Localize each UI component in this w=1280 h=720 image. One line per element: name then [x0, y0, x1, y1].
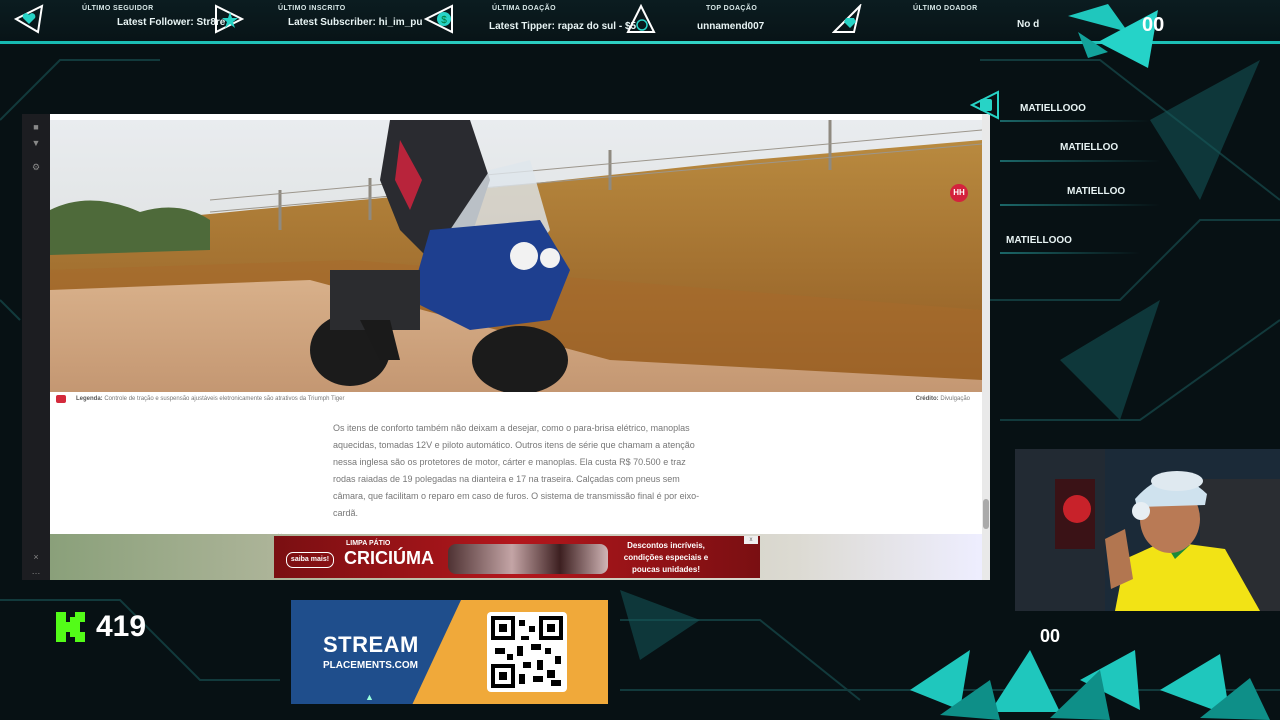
ad-more-button[interactable]: saiba mais! — [286, 552, 334, 568]
gear-icon[interactable]: ⚙ — [31, 162, 41, 172]
chat-name-3: MATIELLOO — [1067, 186, 1126, 197]
ad-banner[interactable]: saiba mais! LIMPA PÁTIO CRICIÚMA Descont… — [50, 534, 982, 580]
chat-divider-4 — [1000, 252, 1140, 254]
kick-follower-count: 419 — [96, 610, 147, 643]
browser-scrollbar[interactable] — [982, 114, 990, 580]
chat-name-4: MATIELLOOO — [1006, 235, 1072, 246]
bottom-right-triangle-decoration — [910, 650, 1270, 720]
last-donor-title: Último Doador — [913, 5, 978, 12]
credit-label: Crédito: — [915, 396, 939, 402]
last-subscriber-value: Latest Subscriber: hi_im_pu — [288, 17, 423, 28]
chevron-up-icon[interactable]: ▲ — [365, 692, 374, 702]
last-donation-value: Latest Tipper: rapaz do sul - $5 — [489, 21, 637, 32]
qr-code-icon — [487, 612, 567, 692]
last-subscriber-title: Último Inscrito — [278, 5, 346, 12]
chat-icon — [970, 90, 999, 120]
chat-name-1: MATIELLOOO — [1020, 103, 1086, 114]
svg-text:$: $ — [441, 15, 447, 26]
top-donation-value: unnamend007 — [697, 21, 765, 32]
sponsor-title: STREAM — [323, 632, 419, 657]
hh-badge[interactable]: HH — [950, 184, 968, 202]
caption-credit: Crédito: Divulgação — [916, 396, 970, 402]
chat-divider-2 — [1000, 160, 1160, 162]
top-donation-title: Top Doação — [706, 5, 758, 12]
last-follower-title: Último Seguidor — [82, 5, 154, 12]
last-donor-value: No d — [1017, 19, 1040, 30]
lock-icon[interactable]: ■ — [31, 122, 41, 132]
article-page: HH Legenda: Controle de tração e suspens… — [50, 120, 982, 580]
browser-sidebar: ■ ▼ ⚙ × … — [22, 114, 50, 580]
motorcycle-photo — [50, 120, 982, 392]
heart-icon — [14, 4, 44, 34]
ad-headline: CRICIÚMA — [344, 548, 434, 568]
close-icon[interactable]: × — [31, 552, 41, 562]
money-bag-icon — [626, 4, 656, 33]
scrollbar-thumb[interactable] — [983, 499, 989, 529]
legend-text: Controle de tração e suspensão ajustávei… — [104, 396, 345, 402]
photo-caption: Legenda: Controle de tração e suspensão … — [50, 394, 982, 408]
chat-divider-1 — [1000, 120, 1150, 122]
caption-legend: Legenda: Controle de tração e suspensão … — [76, 396, 344, 402]
ad-right-text: Descontos incríveis, condições especiais… — [623, 541, 709, 574]
sponsor-subtitle: PLACEMENTS.COM — [323, 660, 418, 671]
star-icon — [215, 4, 244, 34]
menu-icon[interactable]: … — [31, 566, 41, 576]
stream-placements-banner[interactable]: STREAM PLACEMENTS.COM ▲ — [291, 600, 608, 704]
kick-logo-icon — [56, 612, 85, 642]
article-paragraph: Os itens de conforto também não deixam a… — [333, 423, 700, 518]
legend-label: Legenda: — [76, 396, 103, 402]
webcam-feed — [1015, 449, 1280, 611]
credit-text: Divulgação — [940, 396, 970, 402]
ad-headline-small: LIMPA PÁTIO — [346, 540, 391, 547]
ad-close-icon[interactable]: x — [744, 536, 758, 544]
chat-name-2: MATIELLOO — [1060, 142, 1119, 153]
alerts-bar: Último Seguidor Latest Follower: Str8re … — [0, 0, 1280, 68]
dollar-icon: $ — [424, 4, 453, 34]
camera-icon — [56, 395, 66, 403]
last-donation-title: Última Doação — [492, 5, 556, 12]
shield-icon[interactable]: ▼ — [31, 138, 41, 148]
top-right-counter: 00 — [1142, 14, 1165, 36]
last-follower-value: Latest Follower: Str8re — [117, 17, 226, 28]
browser-window: ■ ▼ ⚙ × … HH Legenda: Controle de tração… — [22, 114, 990, 580]
ad-cars-image — [448, 544, 608, 574]
diamond-icon — [832, 4, 862, 33]
chat-divider-3 — [1000, 204, 1160, 206]
